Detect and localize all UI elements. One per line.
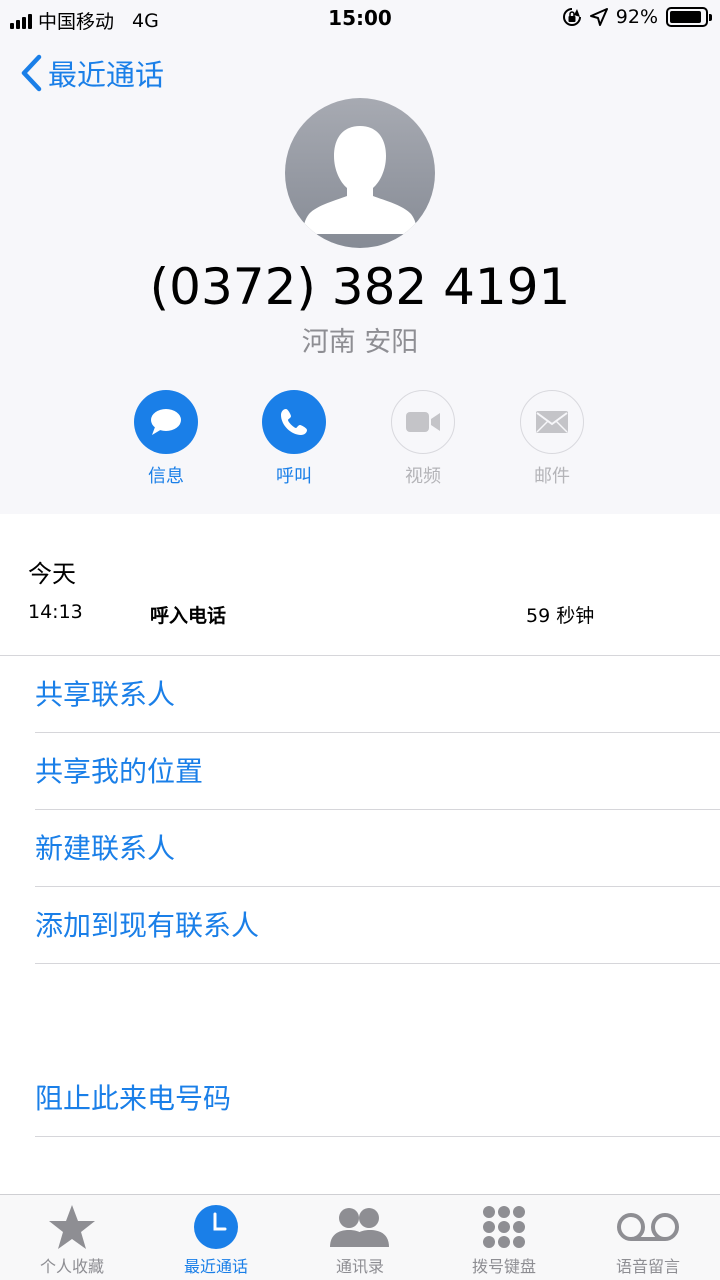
tab-voicemail-label: 语音留言	[615, 1257, 680, 1276]
tab-contacts[interactable]: 通讯录	[288, 1195, 432, 1280]
tab-keypad-label: 拨号键盘	[471, 1257, 536, 1276]
mail-icon	[536, 411, 568, 433]
battery-icon	[666, 7, 712, 27]
back-label: 最近通话	[48, 58, 165, 92]
message-action-label: 信息	[148, 466, 184, 487]
battery-fill	[670, 11, 702, 23]
mail-action-label: 邮件	[534, 466, 570, 487]
tab-favorites[interactable]: 个人收藏	[0, 1195, 144, 1280]
voicemail-icon	[617, 1213, 679, 1241]
tab-voicemail[interactable]: 语音留言	[576, 1195, 720, 1280]
contacts-icon	[330, 1208, 389, 1247]
history-entry-duration: 59 秒钟	[526, 605, 595, 627]
battery-percent: 92%	[615, 6, 658, 28]
share-location-option[interactable]: 共享我的位置	[35, 733, 720, 810]
call-history: 今天 14:13 呼入电话 59 秒钟	[0, 514, 720, 656]
call-action-label: 呼叫	[276, 466, 312, 487]
tab-recents-label: 最近通话	[183, 1257, 248, 1276]
message-action-button[interactable]: 信息	[116, 390, 216, 488]
clock-icon	[194, 1205, 238, 1249]
location-icon	[589, 8, 608, 26]
video-action-button[interactable]: 视频	[373, 390, 473, 488]
history-entry-type: 呼入电话	[150, 605, 227, 627]
action-row: 信息 呼叫 视频 邮件	[0, 390, 720, 490]
new-contact-option[interactable]: 新建联系人	[35, 810, 720, 887]
back-button[interactable]: 最近通话	[20, 52, 164, 94]
phone-icon	[281, 409, 307, 435]
avatar	[285, 98, 435, 248]
tab-keypad[interactable]: 拨号键盘	[432, 1195, 576, 1280]
add-to-existing-contact-option[interactable]: 添加到现有联系人	[35, 887, 720, 964]
share-contact-option[interactable]: 共享联系人	[35, 656, 720, 733]
chevron-left-icon	[21, 54, 42, 92]
keypad-icon	[483, 1206, 525, 1248]
video-action-circle[interactable]	[391, 390, 455, 454]
person-silhouette-icon	[303, 126, 417, 234]
block-caller-option[interactable]: 阻止此来电号码	[35, 1060, 720, 1137]
video-action-label: 视频	[405, 466, 441, 487]
star-icon	[49, 1205, 95, 1249]
tab-recents[interactable]: 最近通话	[144, 1195, 288, 1280]
phone-number: (0372) 382 4191	[149, 258, 571, 316]
status-bar: 中国移动 4G 15:00 92%	[0, 0, 720, 38]
history-entry-time: 14:13	[28, 601, 83, 623]
tab-contacts-label: 通讯录	[335, 1257, 384, 1276]
tab-favorites-label: 个人收藏	[39, 1257, 104, 1276]
history-date: 今天	[28, 560, 76, 588]
message-icon	[151, 409, 181, 435]
number-location: 河南 安阳	[301, 327, 419, 358]
status-right: 92%	[562, 6, 712, 28]
rotation-lock-icon	[562, 8, 581, 26]
call-action-circle[interactable]	[262, 390, 326, 454]
mail-action-button[interactable]: 邮件	[502, 390, 602, 488]
message-action-circle[interactable]	[134, 390, 198, 454]
video-icon	[406, 412, 440, 432]
call-action-button[interactable]: 呼叫	[244, 390, 344, 488]
mail-action-circle[interactable]	[520, 390, 584, 454]
tab-bar: 个人收藏 最近通话 通讯录 拨号键盘 语音留言	[0, 1194, 720, 1280]
